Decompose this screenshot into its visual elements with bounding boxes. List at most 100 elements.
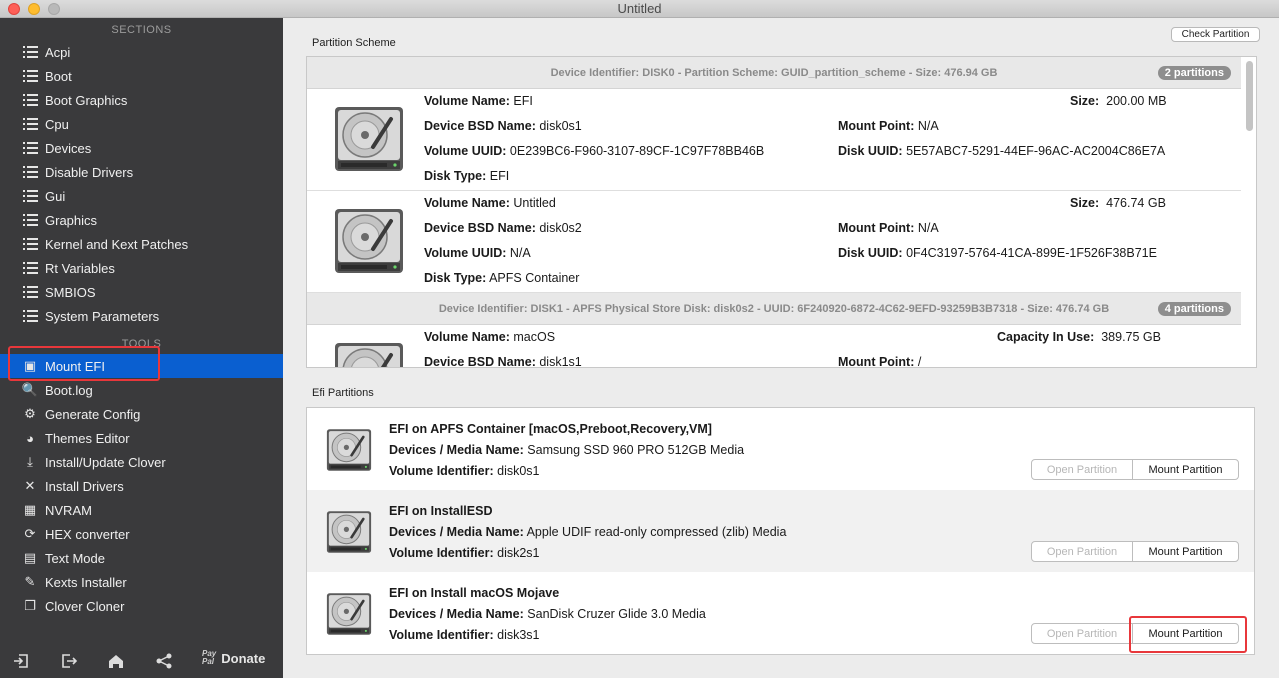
list-icon	[22, 212, 38, 228]
sidebar-item-devices[interactable]: Devices	[0, 136, 283, 160]
partition-actions: Open Partition Mount Partition	[1031, 541, 1239, 562]
window-title: Untitled	[617, 1, 662, 16]
hard-drive-icon	[329, 335, 409, 367]
device-bsd-field: Device BSD Name: disk0s2	[424, 221, 582, 235]
sidebar-item-boot-log[interactable]: 🔍 Boot.log	[0, 378, 283, 402]
sidebar-item-label: SMBIOS	[45, 284, 96, 300]
list-icon	[22, 308, 38, 324]
sidebar-item-clover-cloner[interactable]: ❐ Clover Cloner	[0, 594, 283, 618]
sidebar-item-acpi[interactable]: Acpi	[0, 40, 283, 64]
app-window: Untitled SECTIONS Acpi Boot Boot Graphics C…	[0, 0, 1279, 678]
sidebar-item-text-mode[interactable]: ▤ Text Mode	[0, 546, 283, 570]
clone-icon: ❐	[24, 598, 36, 613]
hard-drive-icon	[323, 506, 375, 563]
sidebar-item-boot[interactable]: Boot	[0, 64, 283, 88]
size-field: Size: 476.74 GB	[1070, 196, 1166, 210]
hard-drive-icon	[323, 424, 375, 481]
sidebar-item-rt-variables[interactable]: Rt Variables	[0, 256, 283, 280]
sidebar-item-install-drivers[interactable]: ✕ Install Drivers	[0, 474, 283, 498]
mount-partition-button[interactable]: Mount Partition	[1133, 542, 1238, 561]
list-icon	[22, 68, 38, 84]
partition-count-badge: 4 partitions	[1157, 302, 1231, 316]
media-name-field: Devices / Media Name: Apple UDIF read-on…	[389, 525, 787, 539]
import-icon[interactable]	[12, 652, 30, 670]
zoom-window-button[interactable]	[48, 3, 60, 15]
volume-identifier-field: Volume Identifier: disk0s1	[389, 464, 540, 478]
sidebar-item-smbios[interactable]: SMBIOS	[0, 280, 283, 304]
sidebar-item-boot-graphics[interactable]: Boot Graphics	[0, 88, 283, 112]
gear-icon: ⚙	[24, 406, 36, 421]
efi-title: EFI on APFS Container [macOS,Preboot,Rec…	[389, 422, 712, 436]
download-icon: ⤓	[27, 454, 33, 469]
mount-point-field: Mount Point: /	[838, 355, 922, 368]
volume-uuid-field: Volume UUID: 0E239BC6-F960-3107-89CF-1C9…	[424, 144, 765, 158]
list-icon	[22, 164, 38, 180]
close-window-button[interactable]	[8, 3, 20, 15]
disk1-header: Device Identifier: DISK1 - APFS Physical…	[307, 293, 1241, 325]
minimize-window-button[interactable]	[28, 3, 40, 15]
sidebar-item-label: Boot Graphics	[45, 92, 128, 108]
efi-title: EFI on Install macOS Mojave	[389, 586, 560, 600]
list-icon	[22, 140, 38, 156]
home-icon[interactable]	[107, 652, 125, 670]
volume-name-field: Volume Name: EFI	[424, 94, 533, 108]
list-icon	[22, 188, 38, 204]
open-partition-button[interactable]: Open Partition	[1032, 460, 1133, 479]
sidebar-item-label: Disable Drivers	[45, 164, 134, 180]
efi-partitions-label: Efi Partitions	[312, 387, 374, 399]
sidebar-item-label: Devices	[45, 140, 92, 156]
highlight-mount-efi	[8, 346, 160, 381]
log-icon: 🔍	[21, 382, 39, 397]
media-name-field: Devices / Media Name: SanDisk Cruzer Gli…	[389, 607, 706, 621]
sidebar-item-nvram[interactable]: ▦ NVRAM	[0, 498, 283, 522]
sidebar-item-cpu[interactable]: Cpu	[0, 112, 283, 136]
sidebar-item-system-parameters[interactable]: System Parameters	[0, 304, 283, 328]
mount-point-field: Mount Point: N/A	[838, 119, 939, 133]
check-partition-button[interactable]: Check Partition	[1171, 27, 1260, 42]
sidebar-item-label: Gui	[45, 188, 66, 204]
hard-drive-icon	[323, 588, 375, 645]
list-icon	[22, 92, 38, 108]
size-field: Size: 200.00 MB	[1070, 94, 1167, 108]
export-icon[interactable]	[60, 652, 78, 670]
sidebar-item-label: NVRAM	[45, 502, 92, 518]
sidebar-item-themes-editor[interactable]: ◕ Themes Editor	[0, 426, 283, 450]
sidebar: SECTIONS Acpi Boot Boot Graphics Cpu Devices…	[0, 18, 283, 678]
partition-count-badge: 2 partitions	[1157, 66, 1231, 80]
sidebar-item-label: Graphics	[45, 212, 98, 228]
partition-scheme-label: Partition Scheme	[312, 37, 396, 49]
text-icon: ▤	[23, 550, 37, 565]
partition-scheme-list[interactable]: Device Identifier: DISK0 - Partition Sch…	[306, 56, 1257, 368]
volume-name-field: Volume Name: Untitled	[424, 196, 556, 210]
sidebar-item-disable-drivers[interactable]: Disable Drivers	[0, 160, 283, 184]
sidebar-item-install-update-clover[interactable]: ⤓ Install/Update Clover	[0, 450, 283, 474]
sidebar-item-label: Boot	[45, 68, 72, 84]
mount-partition-button[interactable]: Mount Partition	[1133, 460, 1238, 479]
open-partition-button[interactable]: Open Partition	[1032, 542, 1133, 561]
sidebar-item-kernel-and-kext-patches[interactable]: Kernel and Kext Patches	[0, 232, 283, 256]
sidebar-bottom-bar: Pay Pal Donate	[0, 644, 283, 678]
sidebar-item-label: Kexts Installer	[45, 574, 127, 590]
sidebar-item-label: Acpi	[45, 44, 71, 60]
sidebar-item-hex-converter[interactable]: ⟳ HEX converter	[0, 522, 283, 546]
share-icon[interactable]	[155, 652, 173, 670]
hard-drive-icon	[329, 201, 409, 286]
brush-icon: ✎	[24, 574, 36, 589]
tools-icon: ✕	[24, 478, 36, 493]
sidebar-item-label: Boot.log	[45, 382, 93, 398]
volume-uuid-field: Volume UUID: N/A	[424, 246, 531, 260]
sidebar-item-kexts-installer[interactable]: ✎ Kexts Installer	[0, 570, 283, 594]
sidebar-item-gui[interactable]: Gui	[0, 184, 283, 208]
sidebar-item-generate-config[interactable]: ⚙ Generate Config	[0, 402, 283, 426]
hard-drive-icon	[329, 99, 409, 184]
donate-button[interactable]: Pay Pal Donate	[202, 650, 265, 666]
efi-title: EFI on InstallESD	[389, 504, 493, 518]
scrollbar-thumb[interactable]	[1246, 61, 1253, 131]
sidebar-item-label: Kernel and Kext Patches	[45, 236, 189, 252]
open-partition-button[interactable]: Open Partition	[1032, 624, 1133, 643]
highlight-mount-partition	[1129, 616, 1247, 653]
list-icon	[22, 236, 38, 252]
volume-row: Volume Name: EFI Device BSD Name: disk0s1…	[307, 89, 1241, 191]
sidebar-item-graphics[interactable]: Graphics	[0, 208, 283, 232]
refresh-icon: ⟳	[24, 526, 36, 541]
